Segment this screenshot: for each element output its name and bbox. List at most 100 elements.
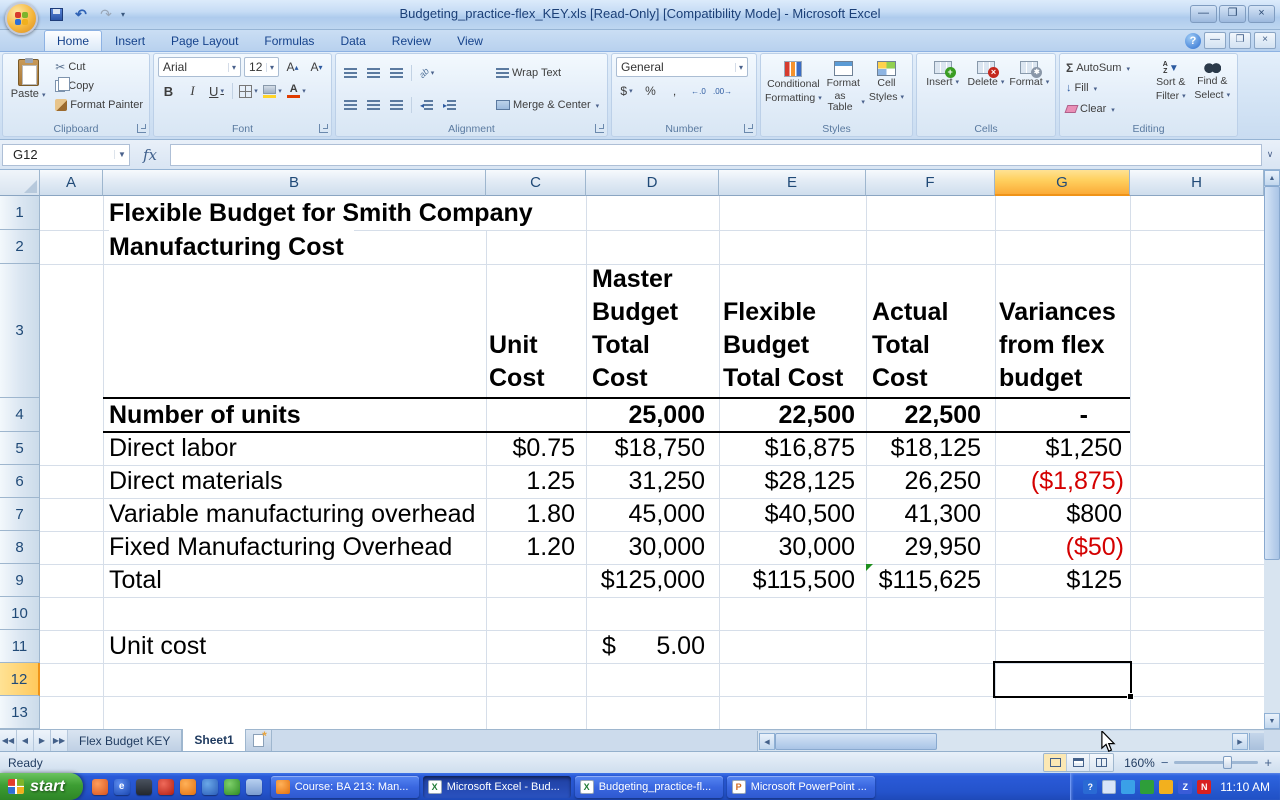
quick-launch-icon[interactable]: e [114,779,130,795]
increase-decimal-button[interactable]: ←.0 [688,81,709,101]
start-button[interactable]: start [0,773,83,800]
cell-B4[interactable]: Number of units [109,398,301,432]
format-painter-button[interactable]: Format Painter [53,95,145,114]
cell-D9[interactable]: $125,000 [586,564,719,597]
select-all-button[interactable] [0,170,40,196]
cell-B2[interactable]: Manufacturing Cost [109,230,354,264]
cell-F6[interactable]: 26,250 [866,465,995,498]
autosum-button[interactable]: AutoSum [1064,58,1150,77]
tray-update-icon[interactable] [1159,780,1173,794]
row-header-12[interactable]: 12 [0,663,40,696]
bold-button[interactable]: B [158,81,179,101]
minimize-button[interactable]: — [1190,5,1217,23]
undo-button[interactable]: ↶ [71,4,91,24]
cell-G3[interactable]: Variancesfrom flexbudget [999,264,1116,398]
tray-messenger-icon[interactable]: Z [1178,780,1192,794]
qat-customize-button[interactable]: ▾ [121,10,125,19]
accounting-format-button[interactable]: $ [616,81,637,101]
redo-button[interactable]: ↷ [96,4,116,24]
first-sheet-icon[interactable]: ◀◀ [0,730,17,751]
insert-cells-button[interactable]: Insert [921,57,964,121]
quick-launch-icon[interactable] [246,779,262,795]
name-box-dropdown-icon[interactable]: ▼ [114,150,129,159]
scroll-down-icon[interactable]: ▼ [1264,713,1280,729]
tray-antivirus-icon[interactable]: N [1197,780,1211,794]
taskbar-window-budgeting[interactable]: X Budgeting_practice-fl... [575,776,723,798]
zoom-slider[interactable] [1174,761,1258,764]
cell-B8[interactable]: Fixed Manufacturing Overhead [109,531,452,564]
fill-handle[interactable] [1127,693,1134,700]
scroll-right-icon[interactable]: ▶ [1232,733,1248,750]
cell-F8[interactable]: 29,950 [866,531,995,564]
help-icon[interactable]: ? [1185,33,1201,49]
format-cells-button[interactable]: Format [1008,57,1051,121]
cell-C5[interactable]: $0.75 [486,432,586,465]
tab-view[interactable]: View [444,30,496,51]
orientation-icon[interactable]: ab [416,63,437,83]
italic-button[interactable]: I [182,81,203,101]
align-bottom-icon[interactable] [386,63,407,83]
cell-F3[interactable]: ActualTotalCost [872,264,948,398]
cell-D5[interactable]: $18,750 [586,432,719,465]
decrease-decimal-button[interactable]: .00→ [712,81,733,101]
quick-launch-icon[interactable] [180,779,196,795]
wrap-text-button[interactable]: Wrap Text [494,64,603,83]
cell-D3[interactable]: MasterBudgetTotalCost [592,264,678,398]
cell-styles-button[interactable]: Cell Styles [865,57,908,121]
cell-E9[interactable]: $115,500 [719,564,866,597]
align-left-icon[interactable] [340,95,361,115]
row-header-4[interactable]: 4 [0,398,40,432]
cell-G7[interactable]: $800 [995,498,1130,531]
taskbar-window-powerpoint[interactable]: P Microsoft PowerPoint ... [727,776,875,798]
cell-G8[interactable]: ($50) [995,531,1130,564]
conditional-formatting-button[interactable]: Conditional Formatting [765,57,822,121]
zoom-in-icon[interactable]: + [1264,755,1272,770]
cell-B9[interactable]: Total [109,564,162,597]
cell-D4[interactable]: 25,000 [586,398,719,432]
tab-data[interactable]: Data [327,30,378,51]
tray-help-icon[interactable]: ? [1083,780,1097,794]
cell-G9[interactable]: $125 [995,564,1130,597]
fill-button[interactable]: ↓Fill [1064,79,1150,98]
cell-B1[interactable]: Flexible Budget for Smith Company [109,196,543,230]
expand-formula-bar-icon[interactable]: ∨ [1262,144,1278,166]
cell-B7[interactable]: Variable manufacturing overhead [109,498,475,531]
last-sheet-icon[interactable]: ▶▶ [51,730,68,751]
name-box[interactable]: G12▼ [2,144,130,166]
workbook-restore-button[interactable]: ❐ [1229,32,1251,49]
alignment-dialog-launcher[interactable] [595,124,604,133]
row-header-7[interactable]: 7 [0,498,40,531]
row-header-1[interactable]: 1 [0,196,40,230]
column-header-c[interactable]: C [486,170,586,196]
column-header-a[interactable]: A [40,170,103,196]
vertical-scrollbar[interactable]: ▲ ▼ [1264,170,1280,729]
align-right-icon[interactable] [386,95,407,115]
find-select-button[interactable]: Find & Select [1192,57,1234,121]
tab-page-layout[interactable]: Page Layout [158,30,251,51]
quick-launch-icon[interactable] [136,779,152,795]
cell-C7[interactable]: 1.80 [486,498,586,531]
office-button[interactable] [5,2,38,35]
workbook-minimize-button[interactable]: — [1204,32,1226,49]
close-button[interactable]: × [1248,5,1275,23]
taskbar-window-course[interactable]: Course: BA 213: Man... [271,776,419,798]
cell-C6[interactable]: 1.25 [486,465,586,498]
format-as-table-button[interactable]: Format as Table [822,57,865,121]
selected-cell-G12[interactable] [993,661,1132,698]
merge-center-button[interactable]: Merge & Center [494,96,603,115]
sheet-tab-sheet1[interactable]: Sheet1 [182,729,245,751]
tab-review[interactable]: Review [379,30,444,51]
cut-button[interactable]: ✂Cut [53,57,145,76]
insert-worksheet-button[interactable] [246,730,272,751]
quick-launch-icon[interactable] [158,779,174,795]
quick-launch-icon[interactable] [202,779,218,795]
normal-view-icon[interactable] [1044,754,1067,771]
column-header-b[interactable]: B [103,170,486,196]
tab-insert[interactable]: Insert [102,30,158,51]
cell-D8[interactable]: 30,000 [586,531,719,564]
column-header-e[interactable]: E [719,170,866,196]
cell-F9[interactable]: $115,625 [866,564,995,597]
align-middle-icon[interactable] [363,63,384,83]
cell-E7[interactable]: $40,500 [719,498,866,531]
zoom-out-icon[interactable]: − [1161,755,1169,770]
